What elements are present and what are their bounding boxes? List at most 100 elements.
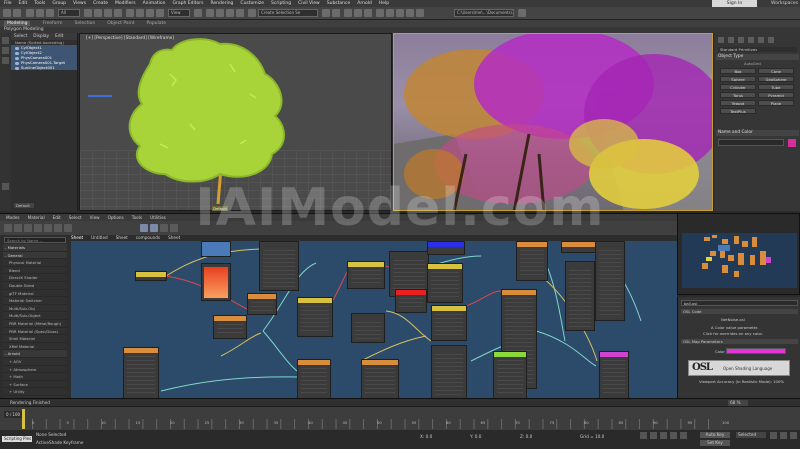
shader-node[interactable] bbox=[516, 241, 548, 281]
key-filter-dropdown[interactable]: Selected bbox=[736, 432, 766, 438]
time-slider-frame[interactable]: 0 / 100 bbox=[4, 411, 24, 418]
browser-item[interactable]: DirectX Shader bbox=[3, 274, 67, 282]
ribbon-tab-selection[interactable]: Selection bbox=[75, 21, 96, 26]
menu-animation[interactable]: Animation bbox=[143, 1, 166, 6]
undo-icon[interactable] bbox=[3, 9, 11, 17]
browser-item[interactable]: Multi/Sub-Object bbox=[3, 312, 67, 320]
cone-button[interactable]: Cone bbox=[758, 68, 794, 74]
shader-node[interactable] bbox=[431, 305, 467, 341]
bitmap-node[interactable] bbox=[201, 263, 231, 301]
show-map-icon[interactable] bbox=[54, 224, 62, 232]
maxscript-listener[interactable]: Scripting Ples bbox=[2, 436, 32, 442]
mat-menu-select[interactable]: Select bbox=[69, 215, 82, 220]
browser-item[interactable]: Physical Material bbox=[3, 259, 67, 267]
layout-children-icon[interactable] bbox=[150, 224, 158, 232]
shader-node[interactable] bbox=[247, 293, 277, 315]
navigator-view[interactable] bbox=[682, 233, 797, 288]
shader-node[interactable] bbox=[347, 261, 385, 289]
nav-icon[interactable] bbox=[170, 224, 178, 232]
menu-group[interactable]: Group bbox=[52, 1, 66, 6]
shader-node[interactable] bbox=[395, 289, 427, 313]
delete-icon[interactable] bbox=[24, 224, 32, 232]
mat-menu-options[interactable]: Options bbox=[108, 215, 124, 220]
placement-icon[interactable] bbox=[156, 9, 164, 17]
filter-icon[interactable] bbox=[2, 37, 9, 44]
osl-file-name[interactable]: NetNoise.osl bbox=[681, 317, 798, 322]
align-icon[interactable] bbox=[332, 9, 340, 17]
tube-button[interactable]: Tube bbox=[758, 84, 794, 90]
shader-node[interactable] bbox=[201, 241, 231, 257]
browser-item[interactable]: glTF Material bbox=[3, 290, 67, 298]
select-by-name-icon[interactable] bbox=[94, 9, 102, 17]
menu-arnold[interactable]: Arnold bbox=[357, 1, 372, 6]
menu-tools[interactable]: Tools bbox=[34, 1, 45, 6]
menu-rendering[interactable]: Rendering bbox=[210, 1, 233, 6]
name-and-color-rollout[interactable]: Name and Color bbox=[716, 130, 799, 136]
browser-item[interactable]: Blend bbox=[3, 267, 67, 275]
modify-tab-icon[interactable] bbox=[728, 37, 734, 43]
geosphere-button[interactable]: GeoSphere bbox=[758, 76, 794, 82]
goto-end-icon[interactable] bbox=[680, 432, 687, 439]
teapot-button[interactable]: Teapot bbox=[720, 100, 756, 106]
cylinder-button[interactable]: Cylinder bbox=[720, 84, 756, 90]
shader-node[interactable] bbox=[297, 297, 333, 337]
move-children-icon[interactable] bbox=[34, 224, 42, 232]
layout-all-icon[interactable] bbox=[140, 224, 148, 232]
menu-graph-editors[interactable]: Graph Editors bbox=[173, 1, 204, 6]
ribbon-tab-modeling[interactable]: Modeling bbox=[4, 21, 31, 26]
browser-item[interactable]: - Materials bbox=[3, 244, 67, 252]
shader-node[interactable] bbox=[297, 359, 331, 399]
browser-item[interactable]: PBR Material (Metal/Rough) bbox=[3, 320, 67, 328]
browser-item[interactable]: + Atmosphere bbox=[3, 366, 67, 374]
material-params-icon[interactable] bbox=[160, 224, 168, 232]
redo-icon[interactable] bbox=[13, 9, 21, 17]
pyramid-button[interactable]: Pyramid bbox=[758, 92, 794, 98]
link-icon[interactable] bbox=[26, 9, 34, 17]
menu-modifiers[interactable]: Modifiers bbox=[115, 1, 136, 6]
next-frame-icon[interactable] bbox=[670, 432, 677, 439]
angle-snap-icon[interactable] bbox=[216, 9, 224, 17]
hierarchy-tab-icon[interactable] bbox=[738, 37, 744, 43]
browser-item[interactable]: + Math bbox=[3, 373, 67, 381]
scene-tab-edit[interactable]: Edit bbox=[55, 34, 63, 39]
object-color-swatch[interactable] bbox=[788, 139, 796, 147]
browser-item[interactable]: - Arnold bbox=[3, 350, 67, 358]
goto-start-icon[interactable] bbox=[640, 432, 647, 439]
render-icon[interactable] bbox=[406, 9, 414, 17]
browser-item[interactable]: Double Sided bbox=[3, 282, 67, 290]
folder-icon[interactable] bbox=[518, 9, 526, 17]
create-tab-icon[interactable] bbox=[718, 37, 724, 43]
object-type-rollout[interactable]: Object Type bbox=[716, 54, 799, 60]
scene-tab-display[interactable]: Display bbox=[33, 34, 49, 39]
browser-item[interactable]: PBR Material (Spec/Gloss) bbox=[3, 328, 67, 336]
eye-icon[interactable] bbox=[15, 66, 19, 70]
plane-button[interactable]: Plane bbox=[758, 100, 794, 106]
viewport-bottom-label[interactable]: Default bbox=[212, 206, 228, 211]
ribbon-tab-object-paint[interactable]: Object Paint bbox=[107, 21, 134, 26]
orbit-icon[interactable] bbox=[790, 432, 797, 439]
mat-menu-material[interactable]: Material bbox=[28, 215, 45, 220]
shader-node[interactable] bbox=[123, 347, 159, 399]
browser-item[interactable]: Multi/Sub-Obj bbox=[3, 305, 67, 313]
browser-item[interactable]: + Utility bbox=[3, 388, 67, 396]
shader-node[interactable] bbox=[595, 241, 625, 321]
osl-code-rollout[interactable]: OSL Code bbox=[681, 309, 798, 314]
render-setup-icon[interactable] bbox=[386, 9, 394, 17]
torus-button[interactable]: Torus bbox=[720, 92, 756, 98]
select-icon[interactable] bbox=[84, 9, 92, 17]
shader-node[interactable] bbox=[259, 241, 299, 291]
mirror-icon[interactable] bbox=[322, 9, 330, 17]
window-crossing-icon[interactable] bbox=[114, 9, 122, 17]
node-name-field[interactable]: ball.osl bbox=[681, 300, 798, 306]
mat-menu-tools[interactable]: Tools bbox=[132, 215, 142, 220]
reference-coord-dropdown[interactable]: View bbox=[168, 9, 190, 17]
zoom-extents-icon[interactable] bbox=[770, 432, 777, 439]
curve-editor-icon[interactable] bbox=[354, 9, 362, 17]
percent-snap-icon[interactable] bbox=[226, 9, 234, 17]
play-icon[interactable] bbox=[660, 432, 667, 439]
ribbon-tab-populate[interactable]: Populate bbox=[147, 21, 167, 26]
menu-create[interactable]: Create bbox=[93, 1, 108, 6]
textplus-button[interactable]: TextPlus bbox=[720, 108, 756, 114]
menu-substance[interactable]: Substance bbox=[327, 1, 351, 6]
menu-scripting[interactable]: Scripting bbox=[271, 1, 291, 6]
